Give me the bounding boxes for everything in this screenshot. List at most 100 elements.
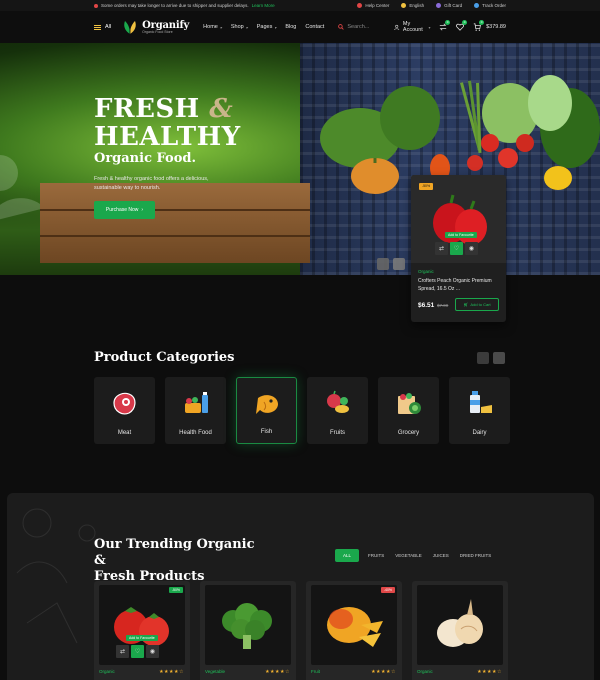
featured-product-card[interactable]: -50% Add to Favourite ⇄ ♡ ◉ Organic Crof…	[411, 175, 506, 322]
nav-pages[interactable]: Pages ▾	[257, 24, 277, 30]
product-name[interactable]: Crofters Peach Organic Premium Spread, 1…	[418, 278, 500, 293]
product-card[interactable]: -40% Fruit ★★★★☆	[306, 581, 402, 680]
rating-stars: ★★★★☆	[371, 669, 396, 675]
category-meat[interactable]: Meat	[94, 377, 155, 444]
my-account-button[interactable]: My Account ▾	[394, 21, 430, 33]
chevron-down-icon: ▾	[428, 24, 431, 30]
help-center-link[interactable]: Help Center	[357, 3, 389, 8]
search-input[interactable]: Search...	[338, 24, 394, 30]
eye-icon: ◉	[149, 649, 156, 655]
meat-icon	[113, 392, 136, 415]
filter-all[interactable]: ALL	[335, 549, 360, 562]
product-category: Vegetable	[205, 669, 226, 674]
hero-prev-button[interactable]	[377, 258, 389, 270]
wishlist-button[interactable]: ♡	[131, 645, 144, 658]
add-to-cart-button[interactable]: 🛒︎ Add to Cart	[455, 298, 499, 311]
menu-icon	[94, 24, 101, 30]
compare-icon: ⇄	[119, 649, 126, 655]
track-order-link[interactable]: Track Order	[474, 3, 506, 8]
gift-card-link[interactable]: Gift Card	[436, 3, 462, 8]
heart-icon: ♡	[453, 246, 460, 252]
trending-products: -50% Add to Favourite ⇄ ♡ ◉ Organic ★★★★…	[94, 581, 508, 680]
nav-home[interactable]: Home ▾	[203, 24, 222, 30]
hero-subtitle: Organic Food.	[94, 151, 196, 166]
globe-icon	[401, 3, 407, 8]
product-category: Organic	[418, 269, 434, 274]
quick-view-button[interactable]: ◉	[465, 242, 478, 255]
hero-next-button[interactable]	[393, 258, 405, 270]
wishlist-button[interactable]: ♡	[450, 242, 463, 255]
search-placeholder: Search...	[347, 24, 370, 30]
main-nav: Home ▾ Shop ▾ Pages ▾ Blog Contact	[203, 24, 324, 30]
category-grocery[interactable]: Grocery	[378, 377, 439, 444]
announcement-bar: Some orders may take longer to arrive du…	[0, 0, 600, 11]
categories-prev-button[interactable]	[477, 352, 489, 364]
chevron-down-icon: ▾	[274, 24, 277, 30]
brand-logo[interactable]: Organify Organic Food Store	[121, 19, 189, 35]
categories-nav	[477, 352, 505, 364]
product-price: $6.51	[418, 302, 435, 309]
cart-count: 0	[479, 20, 485, 25]
chevron-down-icon: ▾	[245, 24, 248, 30]
all-label: All	[105, 24, 112, 30]
announcement-text: Some orders may take longer to arrive du…	[101, 3, 249, 8]
categories-next-button[interactable]	[493, 352, 505, 364]
health-food-icon	[185, 392, 208, 413]
all-categories-button[interactable]: All	[94, 24, 111, 30]
wishlist-count: 0	[462, 20, 468, 25]
compare-button[interactable]: ⇄	[116, 645, 129, 658]
discount-badge: -40%	[380, 587, 395, 593]
product-category: Organic	[417, 669, 433, 674]
filter-dried-fruits[interactable]: DRIED FRUITS	[458, 550, 494, 561]
product-actions: ⇄ ♡ ◉	[435, 242, 478, 255]
broccoli-image	[222, 603, 272, 649]
product-image	[311, 585, 397, 665]
cart-button[interactable]: 0 $379.89	[473, 20, 506, 31]
product-filter-tabs: ALL FRUITS VEGETABLE JUICES DRIED FRUITS	[335, 549, 493, 562]
hero-title: FRESH & HEALTHY	[94, 94, 241, 152]
nav-shop[interactable]: Shop ▾	[231, 24, 248, 30]
chevron-down-icon: ▾	[219, 24, 222, 30]
rating-stars: ★★★★☆	[265, 669, 290, 675]
product-category: Organic	[99, 669, 115, 674]
categories-list: Meat Health Food Fish Fruits Grocery Dai…	[94, 377, 510, 444]
cart-icon: 🛒︎	[463, 302, 469, 307]
nav-blog[interactable]: Blog	[285, 24, 296, 30]
chevron-right-icon: ›	[141, 207, 144, 213]
category-fruits[interactable]: Fruits	[307, 377, 368, 444]
leaf-logo-icon	[124, 21, 136, 34]
compare-button[interactable]: 0	[439, 20, 451, 31]
product-actions: ⇄ ♡ ◉	[116, 645, 159, 658]
wooden-crate	[40, 183, 310, 263]
category-health-food[interactable]: Health Food	[165, 377, 226, 444]
learn-more-link[interactable]: Learn More	[252, 3, 275, 8]
language-selector[interactable]: English	[401, 3, 424, 8]
main-header: All Organify Organic Food Store Home ▾ Sh…	[0, 11, 600, 43]
fish-icon	[256, 395, 278, 414]
quick-view-button[interactable]: ◉	[146, 645, 159, 658]
brand-tagline: Organic Food Store	[142, 30, 173, 34]
filter-vegetable[interactable]: VEGETABLE	[393, 550, 423, 561]
product-card[interactable]: Organic ★★★★☆	[412, 581, 508, 680]
rating-stars: ★★★★☆	[477, 669, 502, 675]
category-dairy[interactable]: Dairy	[449, 377, 510, 444]
product-card[interactable]: Vegetable ★★★★☆	[200, 581, 296, 680]
product-category: Fruit	[311, 669, 320, 674]
onion-image	[437, 599, 483, 647]
filter-juices[interactable]: JUICES	[431, 550, 451, 561]
alert-icon	[94, 3, 98, 8]
compare-button[interactable]: ⇄	[435, 242, 448, 255]
category-fish[interactable]: Fish	[236, 377, 297, 444]
filter-fruits[interactable]: FRUITS	[366, 550, 386, 561]
cart-total: $379.89	[486, 24, 506, 30]
nav-contact[interactable]: Contact	[305, 24, 324, 30]
purchase-now-button[interactable]: Purchase Now ›	[94, 201, 155, 219]
help-icon	[357, 3, 363, 8]
product-card[interactable]: -50% Add to Favourite ⇄ ♡ ◉ Organic ★★★★…	[94, 581, 190, 680]
add-to-favourite-tooltip: Add to Favourite	[445, 232, 477, 238]
wishlist-button[interactable]: 0	[456, 20, 468, 31]
categories-title: Product Categories	[94, 350, 235, 365]
heart-icon: ♡	[134, 649, 141, 655]
dairy-icon	[470, 391, 492, 413]
rating-stars: ★★★★☆	[159, 669, 184, 675]
